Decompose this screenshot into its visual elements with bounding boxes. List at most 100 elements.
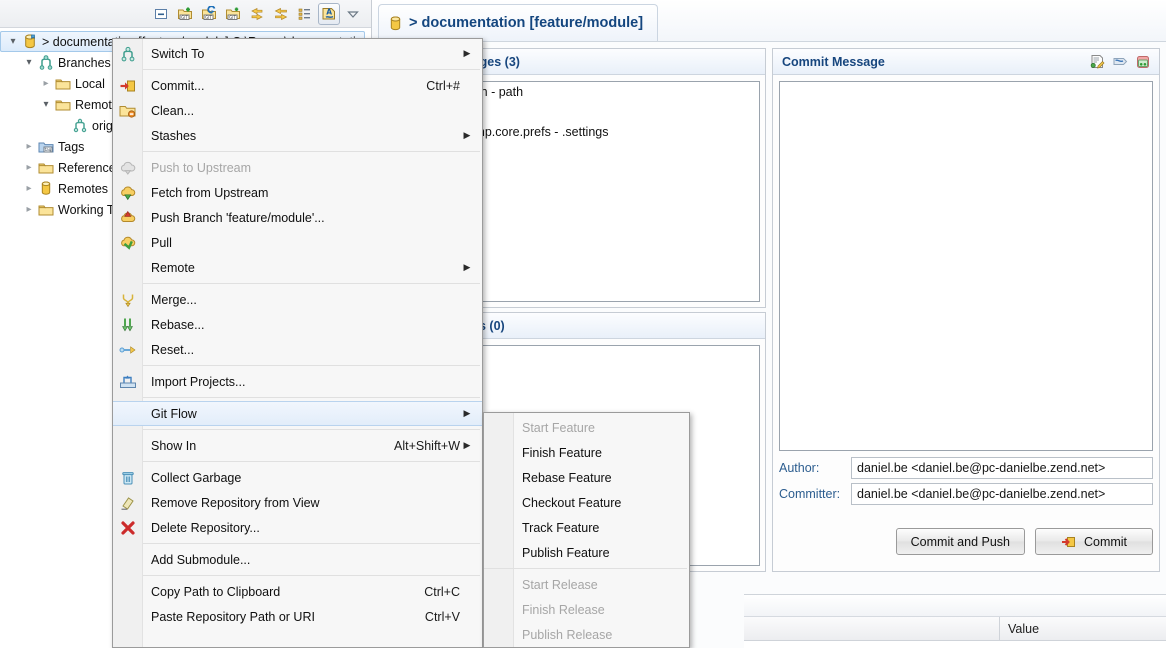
tab-documentation[interactable]: > documentation [feature/module] — [378, 4, 658, 41]
author-field[interactable]: daniel.be <daniel.be@pc-danielbe.zend.ne… — [851, 457, 1153, 479]
commit-message-section: Commit Message — [772, 48, 1160, 572]
menu-separator — [484, 568, 687, 569]
compare-mode-icon[interactable]: A — [318, 3, 340, 25]
menu-item-label: Checkout Feature — [514, 496, 667, 510]
menu-separator — [143, 429, 480, 430]
menu-item-add-submodule[interactable]: Add Submodule... — [113, 547, 482, 572]
menu-item-publish-feature[interactable]: Publish Feature — [484, 540, 689, 565]
menu-item-pull[interactable]: Pull — [113, 230, 482, 255]
collapse-all-icon[interactable] — [150, 3, 172, 25]
menu-item-finish-feature[interactable]: Finish Feature — [484, 440, 689, 465]
menu-item-push-branch-feature-module[interactable]: Push Branch 'feature/module'... — [113, 205, 482, 230]
menu-item-label: Finish Feature — [514, 446, 667, 460]
menu-item-rebase-feature[interactable]: Rebase Feature — [484, 465, 689, 490]
git-flow-submenu[interactable]: Start FeatureFinish FeatureRebase Featur… — [483, 412, 690, 648]
reset-icon — [113, 339, 143, 361]
submenu-arrow-icon: ▶ — [460, 262, 474, 273]
tree-twisty-open-icon[interactable] — [21, 55, 37, 71]
committer-field[interactable]: daniel.be <daniel.be@pc-danielbe.zend.ne… — [851, 483, 1153, 505]
tree-twisty-closed-icon[interactable] — [21, 202, 37, 218]
tree-twisty-none — [55, 118, 71, 134]
view-menu-icon[interactable] — [342, 3, 364, 25]
amend-commit-icon[interactable] — [1089, 54, 1106, 70]
commit-button[interactable]: Commit — [1035, 528, 1153, 555]
menu-item-label: Pull — [143, 236, 460, 250]
menu-item-shortcut: Ctrl+# — [402, 79, 460, 93]
menu-item-show-in[interactable]: Show InAlt+Shift+W▶ — [113, 433, 482, 458]
tree-item-label: Remotes — [58, 182, 108, 196]
add-change-id-icon[interactable] — [1135, 54, 1152, 70]
author-row: Author: daniel.be <daniel.be@pc-danielbe… — [779, 457, 1153, 479]
properties-table-header: Value — [744, 617, 1166, 641]
clone-repository-icon[interactable]: GIT — [198, 3, 220, 25]
menu-item-label: Push Branch 'feature/module'... — [143, 211, 460, 225]
tree-twisty-open-icon[interactable] — [5, 34, 21, 50]
menu-item-label: Delete Repository... — [143, 521, 460, 535]
commit-message-title: Commit Message — [782, 55, 885, 69]
repository-icon — [21, 34, 39, 50]
submenu-arrow-icon: ▶ — [460, 408, 474, 419]
commit-message-input[interactable] — [779, 81, 1153, 451]
add-repository-icon[interactable]: GIT — [174, 3, 196, 25]
tree-twisty-open-icon[interactable] — [38, 97, 54, 113]
menu-separator — [143, 69, 480, 70]
menu-item-collect-garbage[interactable]: Collect Garbage — [113, 465, 482, 490]
delete-x-icon — [113, 517, 143, 539]
refresh-icon[interactable] — [246, 3, 268, 25]
committer-row: Committer: daniel.be <daniel.be@pc-danie… — [779, 483, 1153, 505]
menu-item-checkout-feature[interactable]: Checkout Feature — [484, 490, 689, 515]
menu-item-import-projects[interactable]: Import Projects... — [113, 369, 482, 394]
menu-item-rebase[interactable]: Rebase... — [113, 312, 482, 337]
menu-item-label: Import Projects... — [143, 375, 460, 389]
tree-twisty-closed-icon[interactable] — [21, 160, 37, 176]
tab-label: > documentation [feature/module] — [409, 15, 643, 31]
menu-separator — [143, 397, 480, 398]
menu-item-label: Switch To — [143, 47, 460, 61]
menu-item-label: Stashes — [143, 129, 460, 143]
menu-item-label: Rebase... — [143, 318, 460, 332]
menu-item-no-icon — [113, 606, 143, 628]
commit-and-push-label: Commit and Push — [911, 535, 1010, 549]
menu-item-label: Publish Feature — [514, 546, 667, 560]
commit-buttons: Commit and Push Commit — [896, 528, 1153, 555]
repository-context-menu[interactable]: Switch To▶Commit...Ctrl+#Clean...Stashes… — [112, 38, 483, 648]
menu-item-switch-to[interactable]: Switch To▶ — [113, 41, 482, 66]
menu-item-remove-repository-from-view[interactable]: Remove Repository from View — [113, 490, 482, 515]
add-signed-off-by-icon[interactable] — [1112, 54, 1129, 70]
push-icon — [113, 207, 143, 229]
rebase-icon — [113, 314, 143, 336]
menu-item-merge[interactable]: Merge... — [113, 287, 482, 312]
tree-item-label: Local — [75, 77, 105, 91]
menu-item-label: Git Flow — [143, 407, 460, 421]
menu-item-track-feature[interactable]: Track Feature — [484, 515, 689, 540]
link-with-selection-icon[interactable] — [270, 3, 292, 25]
menu-item-git-flow[interactable]: Git Flow▶ — [113, 401, 482, 426]
menu-item-fetch-from-upstream[interactable]: Fetch from Upstream — [113, 180, 482, 205]
tree-twisty-closed-icon[interactable] — [21, 181, 37, 197]
menu-item-delete-repository[interactable]: Delete Repository... — [113, 515, 482, 540]
menu-item-label: Publish Release — [514, 628, 667, 642]
commit-and-push-button[interactable]: Commit and Push — [896, 528, 1025, 555]
menu-item-paste-repository-path-or-uri[interactable]: Paste Repository Path or URICtrl+V — [113, 604, 482, 629]
folder-icon — [37, 202, 55, 218]
menu-item-no-icon — [484, 599, 514, 621]
menu-item-reset[interactable]: Reset... — [113, 337, 482, 362]
menu-item-remote[interactable]: Remote▶ — [113, 255, 482, 280]
menu-item-label: Copy Path to Clipboard — [143, 585, 400, 599]
hierarchical-layout-icon[interactable] — [294, 3, 316, 25]
menu-item-clean[interactable]: Clean... — [113, 98, 482, 123]
commit-identity-fields: Author: daniel.be <daniel.be@pc-danielbe… — [779, 457, 1153, 505]
menu-item-no-icon — [484, 467, 514, 489]
menu-item-label: Reset... — [143, 343, 460, 357]
menu-item-shortcut: Alt+Shift+W — [370, 439, 460, 453]
create-repository-icon[interactable]: GIT — [222, 3, 244, 25]
menu-item-stashes[interactable]: Stashes▶ — [113, 123, 482, 148]
tree-twisty-closed-icon[interactable] — [21, 139, 37, 155]
menu-item-copy-path-to-clipboard[interactable]: Copy Path to ClipboardCtrl+C — [113, 579, 482, 604]
menu-item-label: Start Release — [514, 578, 667, 592]
menu-item-commit[interactable]: Commit...Ctrl+# — [113, 73, 482, 98]
menu-item-start-release: Start Release — [484, 572, 689, 597]
svg-text:tag: tag — [45, 147, 52, 152]
tree-twisty-closed-icon[interactable] — [38, 76, 54, 92]
menu-item-label: Collect Garbage — [143, 471, 460, 485]
